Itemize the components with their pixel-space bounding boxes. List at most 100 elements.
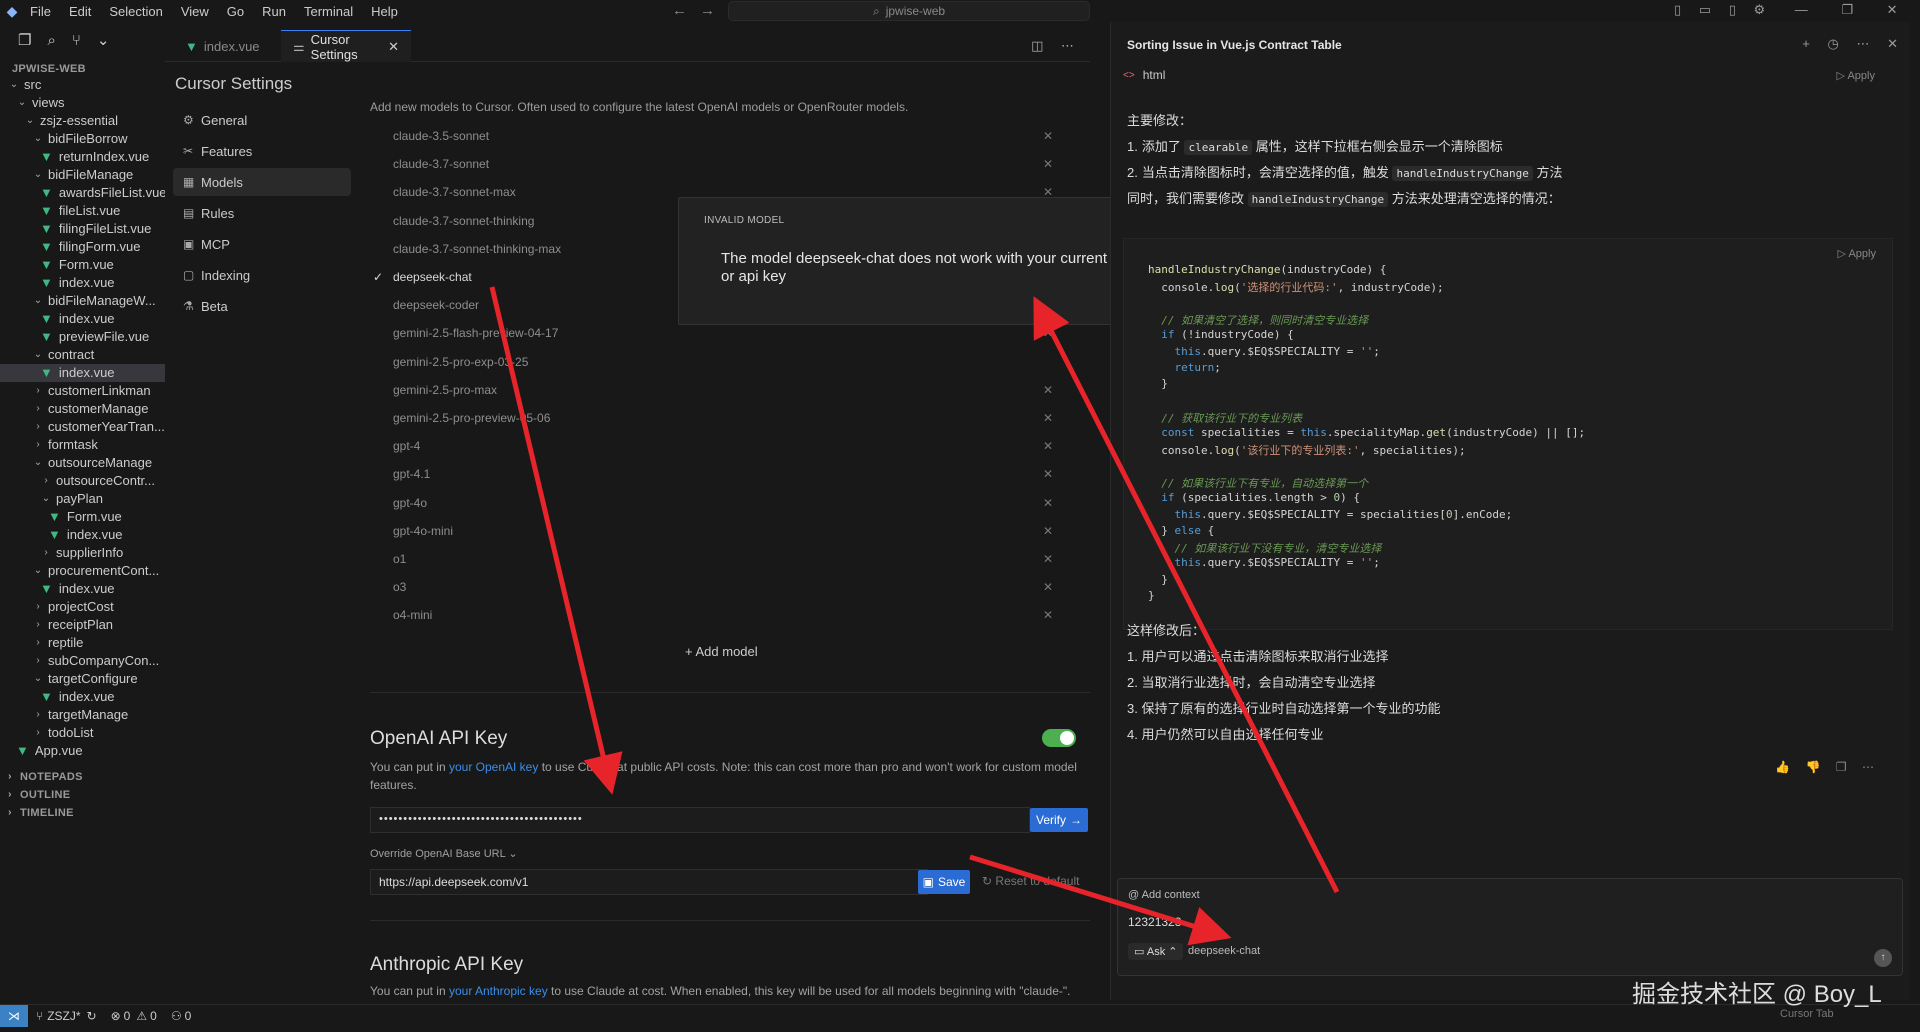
file-item[interactable]: ▼ Form.vue <box>0 256 114 274</box>
remove-model-icon[interactable]: ✕ <box>1043 496 1053 510</box>
folder-item[interactable]: › reptile <box>0 634 83 652</box>
folder-item[interactable]: ⌄ payPlan <box>0 490 103 508</box>
restore-icon[interactable]: ❐ <box>1841 2 1853 17</box>
file-item[interactable]: ▼ returnIndex.vue <box>0 148 149 166</box>
folder-item[interactable]: › formtask <box>0 436 98 454</box>
plus-icon[interactable]: + <box>1802 36 1810 51</box>
settings-nav-features[interactable]: ✂ Features <box>173 137 351 165</box>
file-item[interactable]: ▼ awardsFileList.vue <box>0 184 165 202</box>
folder-item[interactable]: › todoList <box>0 724 93 742</box>
more-icon[interactable]: ⋯ <box>1862 760 1874 774</box>
model-row[interactable]: gemini-2.5-pro-exp-03-25 <box>393 351 1063 373</box>
base-url-input[interactable]: https://api.deepseek.com/v1 <box>370 869 928 895</box>
settings-nav-beta[interactable]: ⚗ Beta <box>173 292 351 320</box>
model-selector[interactable]: deepseek-chat <box>1188 945 1260 957</box>
openai-key-toggle[interactable] <box>1042 729 1076 747</box>
model-row[interactable]: o3 ✕ <box>393 576 1063 598</box>
folder-item[interactable]: › receiptPlan <box>0 616 113 634</box>
settings-nav-general[interactable]: ⚙ General <box>173 106 351 134</box>
close-window-icon[interactable]: ✕ <box>1887 2 1898 17</box>
settings-nav-models[interactable]: ▦ Models <box>173 168 351 196</box>
folder-item[interactable]: ⌄ targetConfigure <box>0 670 138 688</box>
thumbs-up-icon[interactable]: 👍 <box>1775 760 1790 774</box>
add-context-button[interactable]: @ Add context <box>1128 889 1200 901</box>
history-icon[interactable]: ◷ <box>1828 36 1839 51</box>
folder-item[interactable]: › outsourceContr... <box>0 472 155 490</box>
files-icon[interactable]: ❐ <box>18 31 31 49</box>
remove-model-icon[interactable]: ✕ <box>1043 608 1053 622</box>
folder-item[interactable]: › targetManage <box>0 706 128 724</box>
toggle-panel-icon[interactable]: ▭ <box>1699 2 1711 17</box>
chevron-down-icon[interactable]: ⌄ <box>97 31 110 49</box>
remove-model-icon[interactable]: ✕ <box>1043 383 1053 397</box>
folder-item[interactable]: › subCompanyCon... <box>0 652 159 670</box>
file-item[interactable]: ▼ index.vue <box>0 526 123 544</box>
menu-item-selection[interactable]: Selection <box>109 4 162 19</box>
remove-model-icon[interactable]: ✕ <box>1043 411 1053 425</box>
model-row[interactable]: gemini-2.5-pro-preview-05-06 ✕ <box>393 407 1063 429</box>
folder-item[interactable]: › supplierInfo <box>0 544 123 562</box>
settings-nav-indexing[interactable]: ▢ Indexing <box>173 261 351 289</box>
folder-item[interactable]: ⌄ contract <box>0 346 94 364</box>
add-model-button[interactable]: + Add model <box>685 644 758 659</box>
chat-input-box[interactable]: @ Add context 12321323 ▭ Ask ⌃ deepseek-… <box>1117 878 1903 976</box>
menu-item-terminal[interactable]: Terminal <box>304 4 353 19</box>
remove-model-icon[interactable]: ✕ <box>1043 129 1053 143</box>
close-icon[interactable]: ✕ <box>1887 36 1898 51</box>
model-row[interactable]: o4-mini ✕ <box>393 604 1063 626</box>
remove-model-icon[interactable]: ✕ <box>1043 467 1053 481</box>
tab-index-vue[interactable]: ▼ index.vue <box>173 30 281 62</box>
folder-item[interactable]: › customerManage <box>0 400 148 418</box>
settings-nav-mcp[interactable]: ▣ MCP <box>173 230 351 258</box>
folder-item[interactable]: ⌄ bidFileManageW... <box>0 292 156 310</box>
cursor-tab-status[interactable]: Cursor Tab <box>1780 1008 1834 1020</box>
menu-item-help[interactable]: Help <box>371 4 398 19</box>
anthropic-key-link[interactable]: your Anthropic key <box>449 984 548 998</box>
file-item[interactable]: ▼ filingFileList.vue <box>0 220 151 238</box>
file-item[interactable]: ▼ fileList.vue <box>0 202 120 220</box>
override-base-url-label[interactable]: Override OpenAI Base URL ⌄ <box>370 847 518 860</box>
more-icon[interactable]: ⋯ <box>1856 36 1869 51</box>
folder-item[interactable]: ⌄ outsourceManage <box>0 454 152 472</box>
remove-model-icon[interactable]: ✕ <box>1043 580 1053 594</box>
folder-item[interactable]: › projectCost <box>0 598 113 616</box>
file-item[interactable]: ▼ previewFile.vue <box>0 328 149 346</box>
apply-button[interactable]: ▷ Apply <box>1838 247 1876 260</box>
chat-input-text[interactable]: 12321323 <box>1128 915 1181 929</box>
copy-icon[interactable]: ❐ <box>1836 760 1847 774</box>
remove-model-icon[interactable]: ✕ <box>1043 326 1053 340</box>
branch-name[interactable]: ZSZJ* <box>47 1009 80 1023</box>
file-item[interactable]: ▼ filingForm.vue <box>0 238 141 256</box>
menu-item-view[interactable]: View <box>181 4 209 19</box>
command-search-box[interactable]: ⌕ jpwise-web <box>728 1 1090 21</box>
menu-item-run[interactable]: Run <box>262 4 286 19</box>
file-item[interactable]: ▼ index.vue <box>0 364 165 382</box>
model-row[interactable]: gemini-2.5-flash-preview-04-17 ✕ <box>393 322 1063 344</box>
model-row[interactable]: claude-3.5-sonnet ✕ <box>393 125 1063 147</box>
model-row[interactable]: gemini-2.5-pro-max ✕ <box>393 379 1063 401</box>
sync-icon[interactable]: ↻ <box>87 1009 97 1023</box>
back-arrow-icon[interactable]: ← <box>672 2 687 19</box>
more-icon[interactable]: ⋯ <box>1061 38 1074 53</box>
file-item[interactable]: ▼ index.vue <box>0 580 115 598</box>
section-timeline[interactable]: › TIMELINE <box>4 802 74 824</box>
folder-item[interactable]: ⌄ src <box>0 76 42 94</box>
model-row[interactable]: gpt-4o-mini ✕ <box>393 520 1063 542</box>
warning-count[interactable]: 0 <box>150 1009 157 1023</box>
model-row[interactable]: gpt-4 ✕ <box>393 435 1063 457</box>
file-item[interactable]: ▼ index.vue <box>0 310 115 328</box>
remove-model-icon[interactable]: ✕ <box>1043 552 1053 566</box>
tab-cursor-settings[interactable]: ⚌ Cursor Settings ✕ <box>281 30 411 62</box>
file-item[interactable]: ▼ Form.vue <box>0 508 122 526</box>
search-icon[interactable]: ⌕ <box>47 32 55 49</box>
error-count[interactable]: 0 <box>124 1009 131 1023</box>
apply-button[interactable]: ▷ Apply <box>1837 69 1875 82</box>
file-item[interactable]: ▼ index.vue <box>0 274 115 292</box>
toggle-secondary-sidebar-icon[interactable]: ▯ <box>1729 2 1736 17</box>
forward-arrow-icon[interactable]: → <box>700 2 715 19</box>
model-row[interactable]: gpt-4o ✕ <box>393 492 1063 514</box>
gear-icon[interactable]: ⚙ <box>1753 2 1765 17</box>
openai-key-link[interactable]: your OpenAI key <box>449 760 538 774</box>
remove-model-icon[interactable]: ✕ <box>1043 439 1053 453</box>
folder-item[interactable]: ⌄ views <box>0 94 65 112</box>
